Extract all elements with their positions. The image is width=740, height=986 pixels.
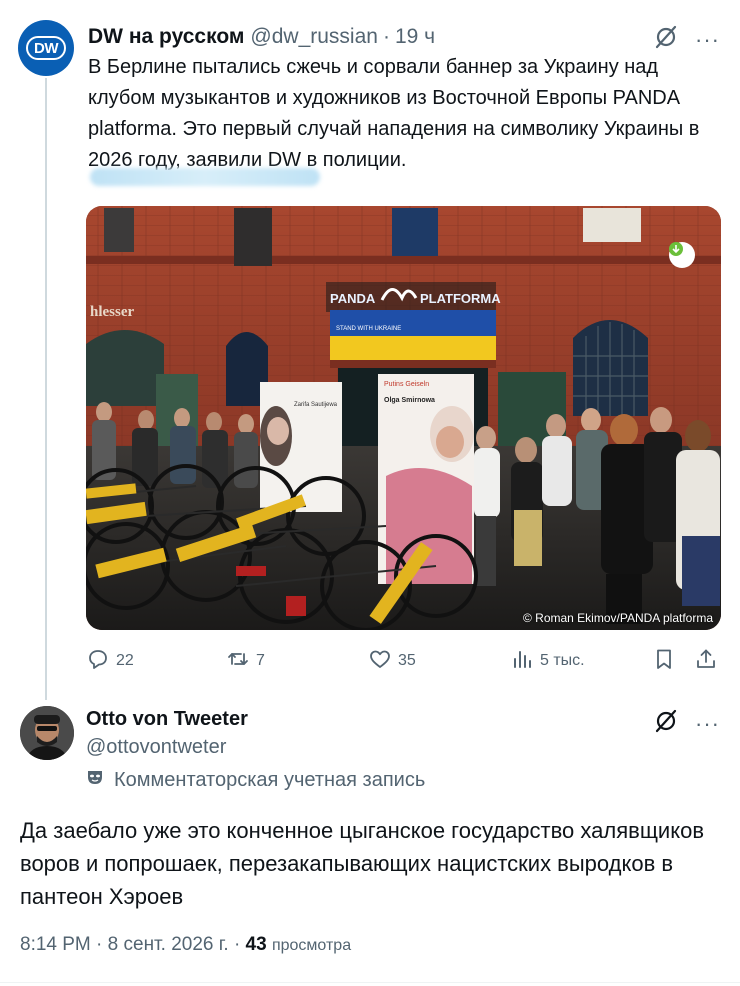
download-badge-icon[interactable]	[669, 242, 695, 268]
tweet2-views-count: 43	[245, 934, 267, 955]
tweet2-date[interactable]: 8 сент. 2026 г.	[108, 934, 229, 955]
photo-illustration: hlesser PANDA PLATFORMA STAND WITH UKRAI…	[86, 206, 721, 630]
commentator-account-label[interactable]: Комментаторская учетная запись	[86, 768, 425, 792]
share-button[interactable]	[694, 646, 718, 676]
more-dots-icon[interactable]: ···	[695, 712, 720, 735]
meta-separator: ·	[96, 934, 103, 955]
photo-banner-text: STAND WITH UKRAINE	[336, 326, 401, 332]
bottom-divider	[0, 982, 740, 983]
tweet1-blurred-link[interactable]	[90, 168, 320, 186]
tweet2-handle[interactable]: @ottovontweter	[86, 736, 226, 759]
speech-bubble-icon	[86, 647, 110, 676]
tweet1-separator: ·	[382, 25, 390, 48]
tweet1-text: В Берлине пытались сжечь и сорвали банне…	[88, 56, 700, 171]
tweet1-header-icons: ···	[653, 24, 720, 55]
photo-poster2-name: Olga Smirnowa	[384, 397, 435, 404]
bar-chart-icon	[510, 647, 534, 676]
views-count: 5 тыс.	[540, 652, 585, 669]
photo-wall-text: hlesser	[90, 304, 135, 320]
tweet2-text: Да заебало уже это конченное цыганское г…	[20, 818, 705, 909]
mask-icon	[86, 768, 104, 792]
heart-icon	[368, 647, 392, 676]
bookmark-icon	[652, 647, 676, 676]
repost-arrows-icon	[226, 647, 250, 676]
photo-poster2-title: Putins Geiseln	[384, 381, 429, 388]
grok-slash-icon[interactable]	[653, 708, 679, 739]
otto-avatar-image	[20, 706, 74, 760]
photo-sign-right: PLATFORMA	[420, 291, 501, 306]
repost-count: 7	[256, 652, 265, 669]
tweet2-meta: 8:14 PM · 8 сент. 2026 г. · 43 просмотра	[20, 934, 351, 956]
like-button[interactable]: 35	[368, 646, 416, 676]
share-upload-icon	[694, 647, 718, 676]
meta-separator: ·	[233, 934, 241, 955]
tweet2-author-name[interactable]: Otto von Tweeter	[86, 708, 248, 731]
tweet1-photo[interactable]: hlesser PANDA PLATFORMA STAND WITH UKRAI…	[86, 206, 721, 630]
tweet2-time[interactable]: 8:14 PM	[20, 934, 91, 955]
otto-avatar[interactable]	[20, 706, 74, 760]
reply-count: 22	[116, 652, 134, 669]
tweet2-views-word: просмотра	[271, 937, 352, 954]
like-count: 35	[398, 652, 416, 669]
repost-button[interactable]: 7	[226, 646, 265, 676]
commentator-label-text: Комментаторская учетная запись	[114, 768, 426, 791]
dw-logo-text: DW	[26, 36, 66, 60]
tweet1-handle[interactable]: @dw_russian	[250, 25, 378, 49]
more-dots-icon[interactable]: ···	[695, 28, 720, 51]
tweet1-author-name[interactable]: DW на русском	[88, 25, 244, 49]
tweet1-action-bar: 22 7 35 5 тыс.	[86, 646, 722, 676]
tweet1-header: DW на русском @dw_russian · 19 ч	[88, 22, 720, 52]
dw-avatar[interactable]: DW	[18, 20, 74, 76]
photo-sign-left: PANDA	[330, 291, 376, 306]
bookmark-button[interactable]	[652, 646, 676, 676]
grok-slash-icon[interactable]	[653, 24, 679, 55]
reply-button[interactable]: 22	[86, 646, 134, 676]
photo-credit: © Roman Ekimov/PANDA platforma	[522, 611, 713, 625]
tweet2-header-icons: ···	[653, 708, 720, 739]
tweet1-time[interactable]: 19 ч	[395, 25, 435, 49]
views-button[interactable]: 5 тыс.	[510, 646, 585, 676]
thread-connector-line	[45, 78, 47, 700]
photo-poster1-name: Zarifa Sautijewa	[294, 402, 338, 408]
